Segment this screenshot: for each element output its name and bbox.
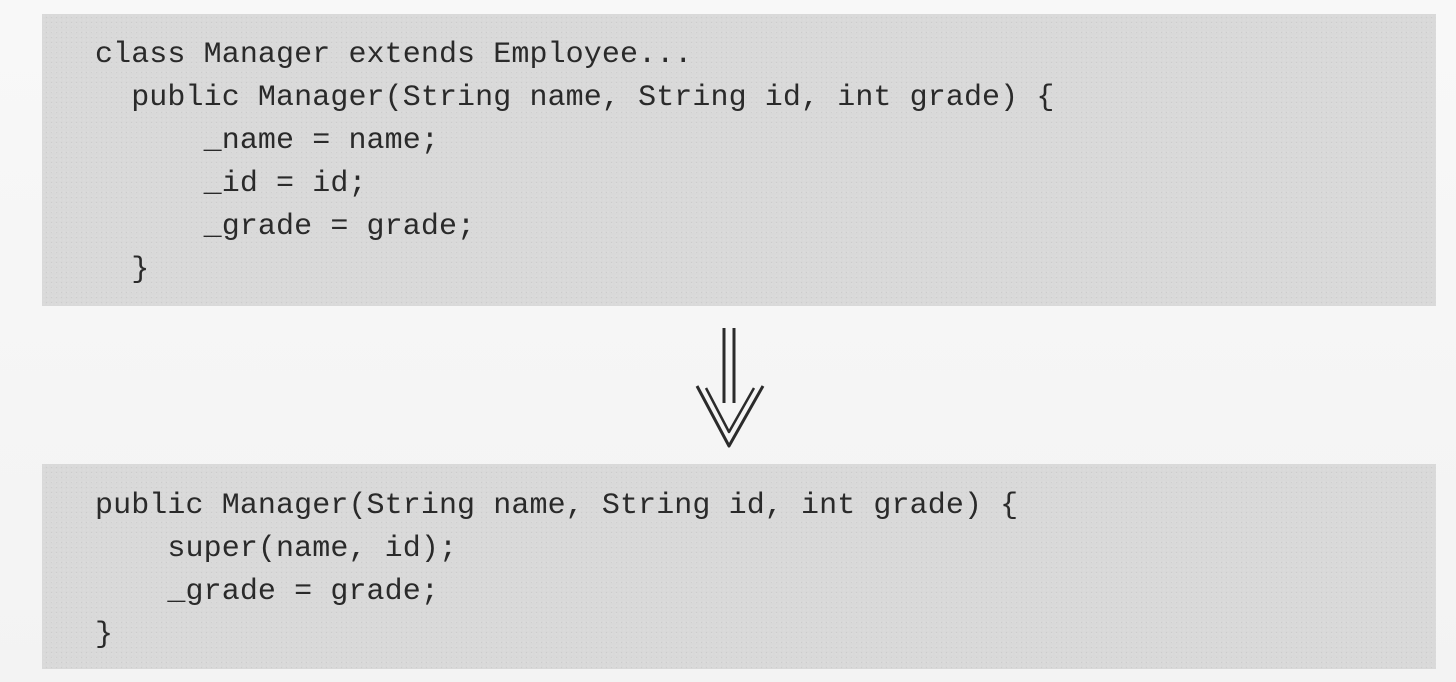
refactoring-example-page: class Manager extends Employee... public…: [0, 0, 1456, 682]
after-code-line-1: public Manager(String name, String id, i…: [95, 489, 1019, 523]
before-code-line-4: _id = id;: [95, 167, 367, 201]
after-code-block: public Manager(String name, String id, i…: [42, 464, 1436, 669]
before-code-line-5: _grade = grade;: [95, 210, 476, 244]
after-code-line-2: super(name, id);: [95, 532, 458, 566]
before-code-line-1: class Manager extends Employee...: [95, 38, 693, 72]
before-code-line-3: _name = name;: [95, 124, 439, 158]
before-code-line-2: public Manager(String name, String id, i…: [95, 81, 1055, 115]
double-down-arrow-icon: [695, 328, 765, 448]
after-code-line-3: _grade = grade;: [95, 575, 439, 609]
after-code-line-4: }: [95, 618, 114, 652]
before-code-line-6: }: [95, 253, 150, 287]
before-code-block: class Manager extends Employee... public…: [42, 14, 1436, 306]
